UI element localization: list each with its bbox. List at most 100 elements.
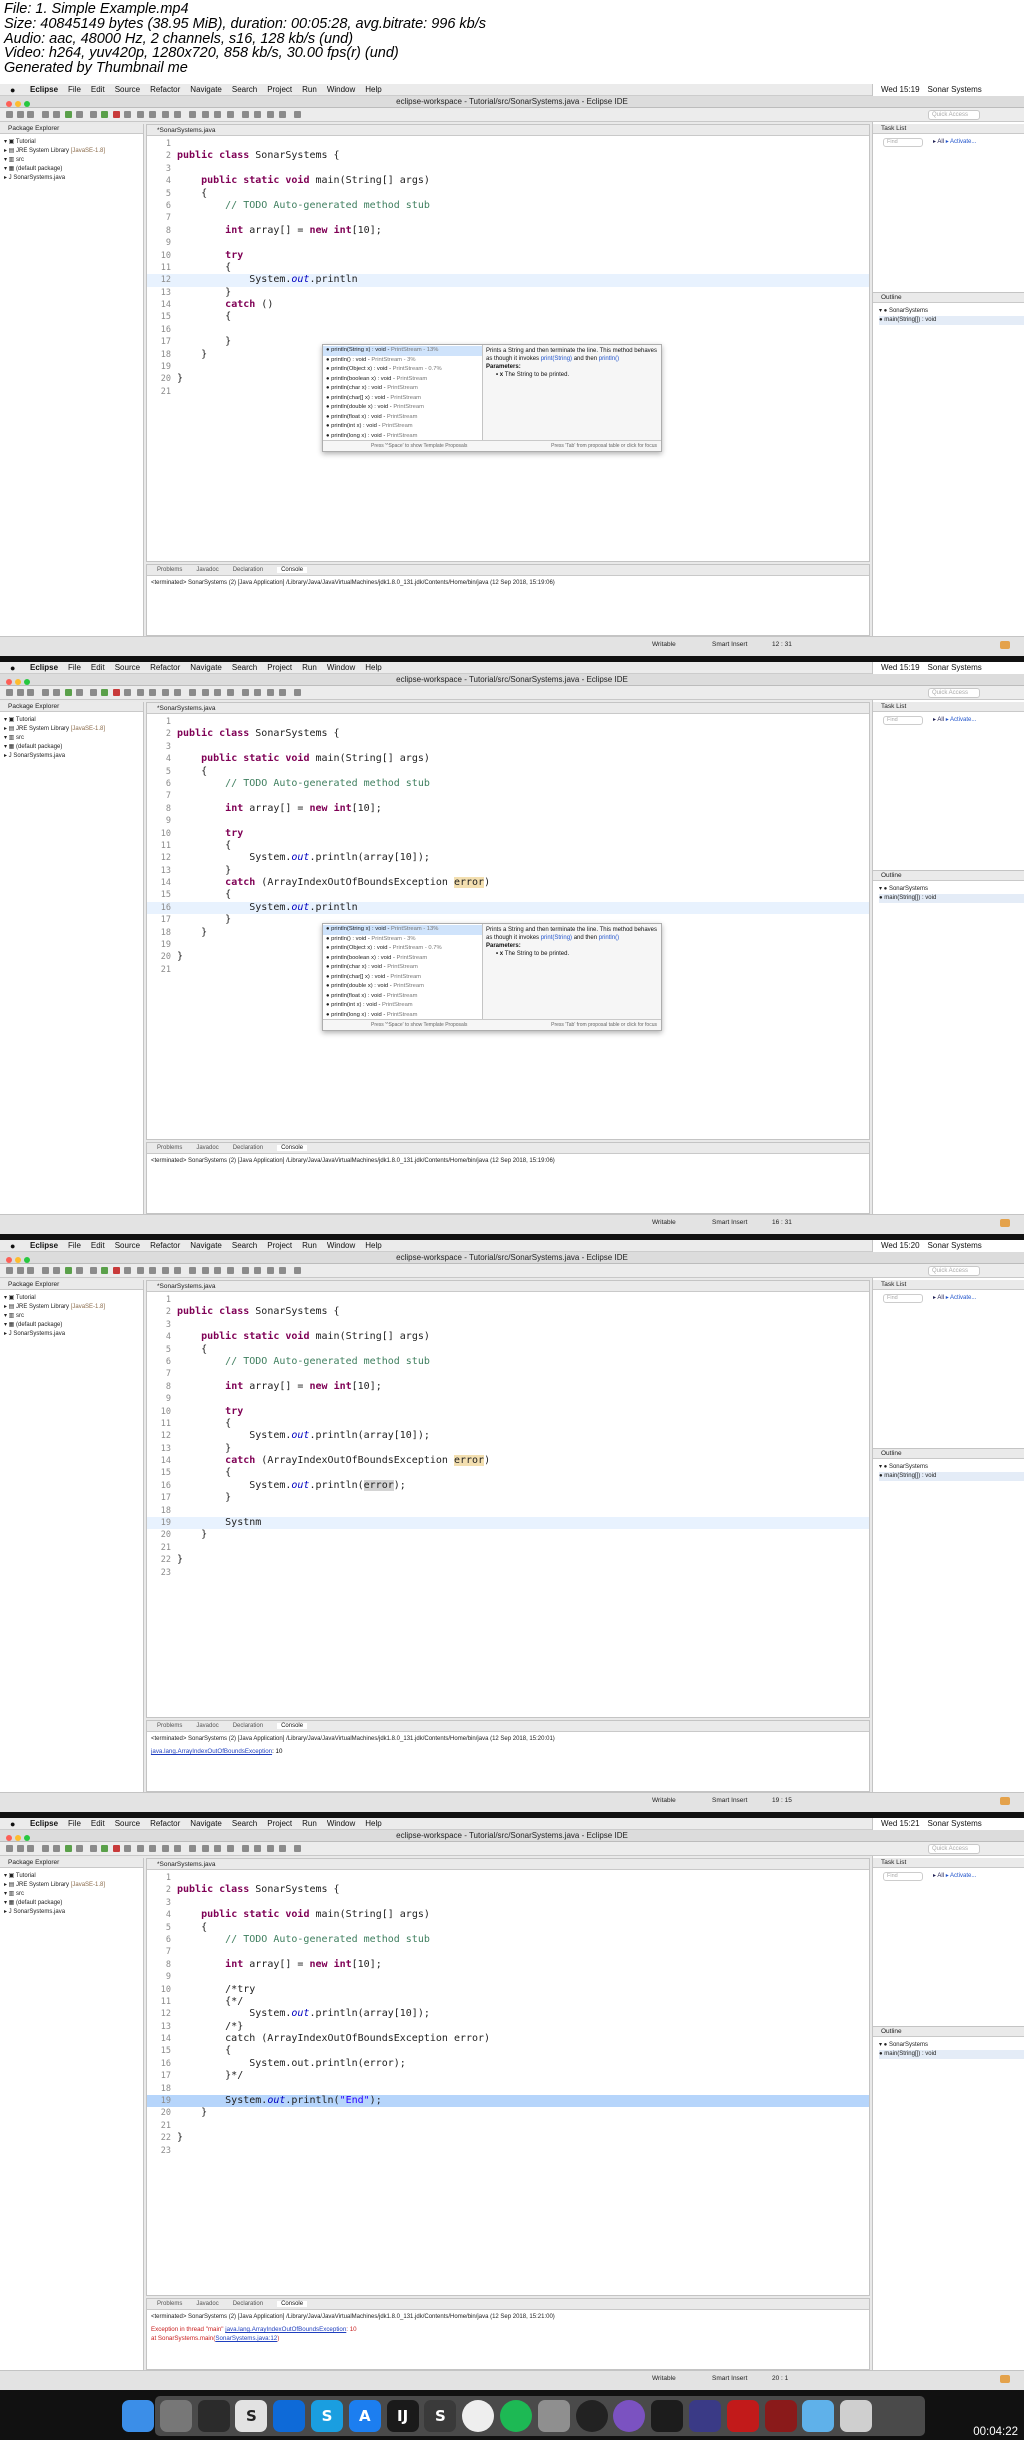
toolbar-tool-icon[interactable] (214, 689, 222, 696)
toolbar-tool-icon[interactable] (75, 111, 83, 118)
tree-src[interactable]: ▾ ▥ src (4, 1312, 143, 1321)
task-all-filter[interactable]: ▸ All (933, 1295, 946, 1301)
task-find-field[interactable]: Find (883, 1872, 923, 1881)
task-activate-link[interactable]: ▸ Activate... (946, 717, 977, 723)
tree-java-file[interactable]: ▸ J SonarSystems.java (4, 1908, 143, 1917)
toolbar-tool-icon[interactable] (201, 1845, 209, 1852)
toolbar-tool-icon[interactable] (226, 1845, 234, 1852)
toolbar-tool-icon[interactable] (136, 111, 144, 118)
sublime-icon[interactable]: S (235, 2400, 268, 2432)
javadoc-link[interactable]: println() (599, 356, 619, 362)
proposal-item[interactable]: ● println(int x) : void - PrintStream (323, 1001, 482, 1011)
tree-src[interactable]: ▾ ▥ src (4, 734, 143, 743)
menu-search[interactable]: Search (232, 85, 257, 94)
toolbar-tool-icon[interactable] (123, 111, 131, 118)
code-line[interactable]: 17 }*/ (147, 2070, 869, 2082)
code-line[interactable]: 17 } (147, 1492, 869, 1504)
toolbar-tool-icon[interactable] (149, 111, 157, 118)
menu-window[interactable]: Window (327, 1819, 355, 1828)
proposal-item[interactable]: ● println(Object x) : void - PrintStream… (323, 944, 482, 954)
toolbar-tool-icon[interactable] (123, 1845, 131, 1852)
toolbar-tool-icon[interactable] (65, 1267, 73, 1274)
close-icon[interactable] (6, 101, 12, 107)
toolbar-tool-icon[interactable] (174, 689, 182, 696)
code-line[interactable]: 21 (147, 2120, 869, 2132)
task-list-tab[interactable]: Task List (873, 124, 1024, 134)
close-icon[interactable] (6, 1257, 12, 1263)
task-all-filter[interactable]: ▸ All (933, 1873, 946, 1879)
tree-java-file[interactable]: ▸ J SonarSystems.java (4, 752, 143, 761)
outline-method[interactable]: ● main(String[]) : void (879, 894, 1024, 903)
menu-refactor[interactable]: Refactor (150, 663, 180, 672)
apple-menu-icon[interactable]: ● (10, 662, 15, 674)
code-line[interactable]: 2 public class SonarSystems { (147, 1884, 869, 1896)
console-link[interactable]: SonarSystems.java:12 (215, 2335, 277, 2342)
toolbar-tool-icon[interactable] (294, 1267, 301, 1274)
toolbar-tool-icon[interactable] (100, 111, 108, 118)
tab-javadoc[interactable]: Javadoc (196, 2301, 218, 2307)
menu-file[interactable]: File (68, 663, 81, 672)
code-line[interactable]: 19 Systnm (147, 1517, 869, 1530)
code-line[interactable]: 8 int array[] = new int[10]; (147, 225, 869, 237)
minimize-icon[interactable] (15, 1257, 21, 1263)
code-line[interactable]: 16 (147, 324, 869, 336)
toolbar-tool-icon[interactable] (42, 1845, 49, 1852)
toolbar-tool-icon[interactable] (201, 689, 209, 696)
menu-project[interactable]: Project (267, 663, 292, 672)
menu-search[interactable]: Search (232, 1819, 257, 1828)
tab-console[interactable]: Console (277, 1723, 308, 1729)
tab-console[interactable]: Console (277, 2301, 308, 2307)
code-line[interactable]: 19 System.out.println("End"); (147, 2095, 869, 2108)
menu-edit[interactable]: Edit (91, 1241, 105, 1250)
menu-help[interactable]: Help (365, 1819, 381, 1828)
editor-tab[interactable]: *SonarSystems.java (147, 1281, 869, 1292)
menu-edit[interactable]: Edit (91, 85, 105, 94)
menu-window[interactable]: Window (327, 85, 355, 94)
intellij-icon[interactable]: IJ (386, 2400, 419, 2432)
code-line[interactable]: 20 } (147, 2107, 869, 2119)
folder-icon[interactable] (802, 2400, 835, 2432)
menu-refactor[interactable]: Refactor (150, 1241, 180, 1250)
code-line[interactable]: 9 (147, 815, 869, 827)
code-line[interactable]: 15 { (147, 2045, 869, 2057)
minimize-icon[interactable] (15, 1835, 21, 1841)
tree-jre[interactable]: ▸ ▤ JRE System Library [JavaSE-1.8] (4, 1881, 143, 1890)
menu-file[interactable]: File (68, 85, 81, 94)
toolbar-tool-icon[interactable] (266, 111, 274, 118)
menu-run[interactable]: Run (302, 663, 317, 672)
toolbar-tool-icon[interactable] (136, 1845, 144, 1852)
toolbar-tool-icon[interactable] (189, 111, 196, 118)
toolbar-tool-icon[interactable] (27, 689, 35, 696)
tree-project[interactable]: ▾ ▣ Tutorial (4, 138, 143, 147)
tree-project[interactable]: ▾ ▣ Tutorial (4, 1872, 143, 1881)
spotify-icon[interactable] (500, 2400, 532, 2432)
code-line[interactable]: 7 (147, 1946, 869, 1958)
editor-tab[interactable]: *SonarSystems.java (147, 1859, 869, 1870)
tab-declaration[interactable]: Declaration (233, 1723, 263, 1729)
toolbar-tool-icon[interactable] (254, 1845, 262, 1852)
editor-tab[interactable]: *SonarSystems.java (147, 125, 869, 136)
toolbar-tool-icon[interactable] (113, 111, 121, 118)
zoom-icon[interactable] (24, 679, 30, 685)
toolbar-tool-icon[interactable] (201, 1267, 209, 1274)
menu-search[interactable]: Search (232, 1241, 257, 1250)
sublime-text-icon[interactable]: S (424, 2400, 457, 2432)
zoom-icon[interactable] (24, 1835, 30, 1841)
toolbar-tool-icon[interactable] (226, 1267, 234, 1274)
menu-run[interactable]: Run (302, 85, 317, 94)
code-line[interactable]: 18 (147, 1505, 869, 1517)
code-line[interactable]: 11 { (147, 840, 869, 852)
menu-project[interactable]: Project (267, 85, 292, 94)
code-line[interactable]: 9 (147, 1971, 869, 1983)
toolbar-tool-icon[interactable] (161, 111, 169, 118)
tab-javadoc[interactable]: Javadoc (196, 1145, 218, 1151)
tab-javadoc[interactable]: Javadoc (196, 1723, 218, 1729)
code-line[interactable]: 5 { (147, 766, 869, 778)
toolbar-tool-icon[interactable] (149, 1267, 157, 1274)
tree-src[interactable]: ▾ ▥ src (4, 156, 143, 165)
code-line[interactable]: 13 } (147, 287, 869, 299)
toolbar-tool-icon[interactable] (16, 1845, 24, 1852)
menu-search[interactable]: Search (232, 663, 257, 672)
outline-tab[interactable]: Outline (873, 293, 1024, 303)
toolbar-tool-icon[interactable] (136, 1267, 144, 1274)
